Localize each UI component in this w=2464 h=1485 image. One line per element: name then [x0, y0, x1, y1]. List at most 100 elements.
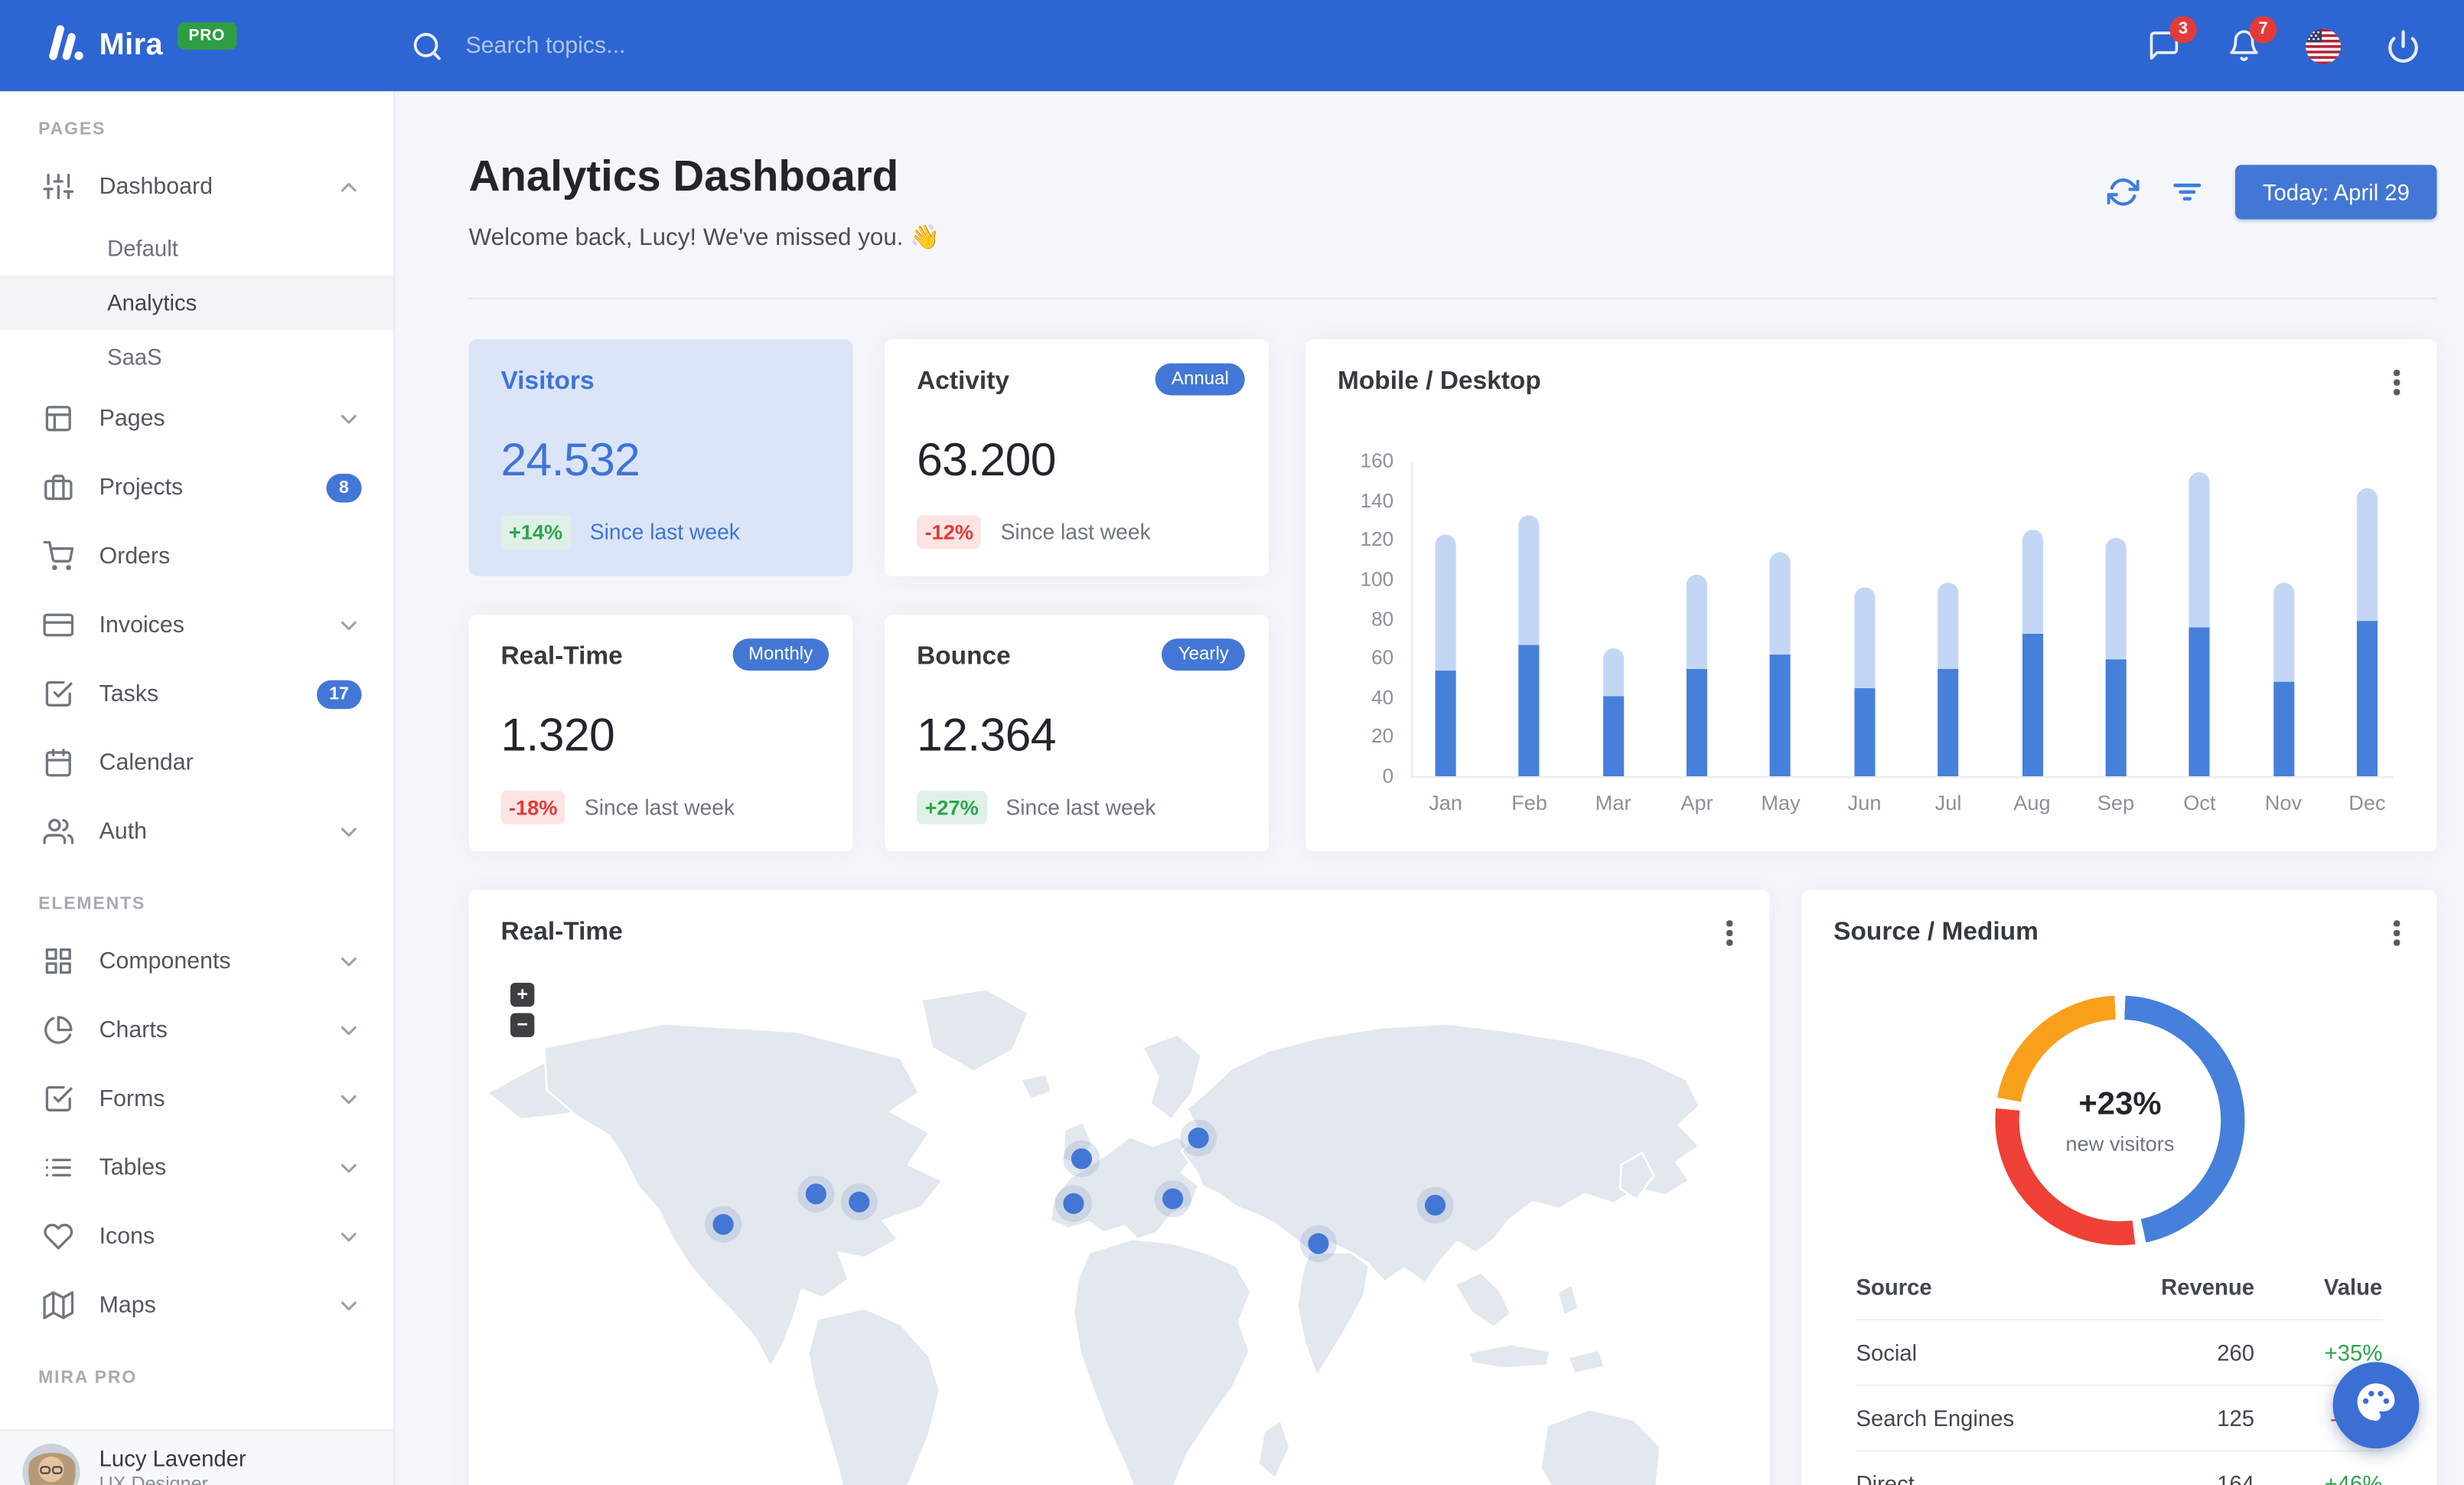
filter-button[interactable]	[2172, 176, 2204, 208]
sidebar-item-pages[interactable]: Pages	[0, 384, 393, 453]
refresh-button[interactable]	[2107, 176, 2140, 208]
grid-icon	[43, 946, 73, 977]
bar-mobile-segment	[1770, 654, 1791, 777]
sidebar-subitem-saas[interactable]: SaaS	[0, 330, 393, 384]
messages-button[interactable]: 3	[2144, 15, 2197, 65]
x-axis-label: Apr	[1680, 790, 1713, 815]
pie-chart-icon	[43, 1015, 73, 1046]
card-title: Mobile / Desktop	[1337, 367, 1541, 396]
sidebar-item-badge: 17	[316, 679, 362, 709]
sidebar-item-maps[interactable]: Maps	[0, 1271, 393, 1340]
check-square-icon	[43, 1084, 73, 1115]
zoom-in-button[interactable]: +	[510, 982, 535, 1007]
kebab-menu-button[interactable]	[2382, 919, 2411, 948]
bar-mobile-segment	[2105, 658, 2127, 777]
bar-mobile-segment	[1686, 668, 1708, 777]
bar-column-oct: Oct	[2183, 462, 2216, 814]
y-axis-tick: 80	[1371, 607, 1394, 630]
sidebar-subitem-analytics[interactable]: Analytics	[0, 275, 394, 330]
sidebar-item-invoices[interactable]: Invoices	[0, 591, 393, 660]
y-axis-tick: 0	[1382, 765, 1394, 788]
table-header-revenue: Revenue	[2161, 1274, 2255, 1300]
kebab-menu-button[interactable]	[1715, 919, 1744, 948]
palette-icon	[2354, 1379, 2399, 1431]
stat-delta-badge: -12%	[917, 515, 982, 550]
bar-desktop-segment	[1435, 535, 1456, 777]
power-icon	[2386, 28, 2421, 64]
sidebar-item-icons[interactable]: Icons	[0, 1202, 393, 1271]
cell-source: Direct	[1856, 1470, 1915, 1485]
sidebar-item-tables[interactable]: Tables	[0, 1133, 393, 1202]
period-badge: Annual	[1155, 363, 1245, 396]
sidebar-item-components[interactable]: Components	[0, 927, 393, 996]
bar-desktop-segment	[2356, 488, 2378, 777]
chevron-down-icon	[336, 1292, 361, 1317]
kebab-menu-button[interactable]	[2382, 368, 2411, 397]
sidebar-item-label: Tables	[99, 1154, 167, 1181]
bar-desktop-segment	[1853, 588, 1876, 777]
x-axis-label: Feb	[1511, 790, 1548, 815]
stat-value: 63.200	[917, 435, 1056, 487]
language-button[interactable]	[2304, 27, 2342, 65]
sidebar-item-forms[interactable]: Forms	[0, 1064, 393, 1133]
y-axis-tick: 100	[1360, 568, 1394, 591]
heart-icon	[43, 1221, 73, 1252]
donut-center-value: +23%	[2078, 1085, 2162, 1121]
table-body: Social260+35%Search Engines125-12%Direct…	[1856, 1318, 2383, 1485]
sidebar-item-label: Pages	[99, 406, 165, 432]
date-button[interactable]: Today: April 29	[2235, 165, 2437, 220]
y-axis-tick: 160	[1360, 449, 1394, 472]
sidebar-item-label: Auth	[99, 818, 148, 844]
brand[interactable]: Mira PRO	[0, 20, 354, 71]
navbar-search	[411, 30, 815, 62]
sidebar-nav: PAGES Dashboard Default Analytics SaaS Pages P…	[0, 91, 394, 1400]
stat-delta-badge: -18%	[500, 790, 565, 824]
notifications-button[interactable]: 7	[2224, 15, 2277, 65]
sidebar-item-dashboard[interactable]: Dashboard	[0, 152, 393, 221]
x-axis-label: Sep	[2097, 790, 2135, 815]
sidebar-item-charts[interactable]: Charts	[0, 996, 393, 1065]
sliders-icon	[43, 171, 74, 202]
sidebar-item-projects[interactable]: Projects 8	[0, 453, 393, 522]
bar-mobile-segment	[1519, 645, 1540, 777]
sidebar-item-auth[interactable]: Auth	[0, 797, 393, 866]
page-title: Analytics Dashboard	[468, 152, 899, 201]
sidebar-item-label: Icons	[99, 1223, 155, 1249]
sidebar-item-tasks[interactable]: Tasks 17	[0, 659, 393, 728]
stat-card-activity: Activity Annual 63.200 -12% Since last w…	[885, 339, 1269, 576]
search-input[interactable]	[462, 31, 815, 60]
stat-value: 1.320	[500, 710, 615, 762]
stat-card-bounce: Bounce Yearly 12.364 +27% Since last wee…	[885, 614, 1269, 852]
x-axis-label: Mar	[1595, 790, 1631, 815]
filter-icon	[2173, 183, 2202, 201]
bar-column-jul: Jul	[1935, 462, 1961, 814]
map-marker	[1425, 1194, 1446, 1216]
mobile-desktop-card: Mobile / Desktop Jan Feb Mar Apr May Jun Jul Au…	[1305, 339, 2437, 852]
world-map-svg	[486, 987, 1701, 1485]
y-axis-tick: 20	[1371, 725, 1394, 749]
sidebar-user[interactable]: Lucy Lavender UX Designer	[0, 1429, 394, 1485]
map-marker	[1162, 1187, 1183, 1209]
sidebar-item-label: Dashboard	[99, 173, 213, 200]
messages-badge: 3	[2169, 15, 2197, 43]
brand-name: Mira	[99, 28, 164, 62]
period-badge: Monthly	[732, 638, 829, 671]
donut-center-label: new visitors	[2065, 1131, 2175, 1155]
bar-desktop-segment	[1770, 553, 1791, 777]
sidebar-subitem-default[interactable]: Default	[0, 221, 393, 276]
chevron-down-icon	[336, 948, 361, 974]
theme-settings-fab[interactable]	[2332, 1362, 2420, 1449]
map-marker	[1308, 1233, 1329, 1255]
sidebar-section-label: PAGES	[38, 119, 106, 139]
signout-button[interactable]	[2384, 27, 2422, 65]
sidebar-item-orders[interactable]: Orders	[0, 522, 393, 591]
zoom-out-button[interactable]: −	[510, 1013, 535, 1037]
bar-column-nov: Nov	[2265, 462, 2302, 814]
y-axis-tick: 120	[1360, 528, 1394, 551]
cell-revenue: 164	[2217, 1470, 2255, 1485]
stat-caption: Since last week	[1005, 795, 1156, 820]
app-viewport: Mira PRO 3 7	[0, 0, 2464, 1485]
y-axis-tick: 60	[1371, 646, 1394, 670]
sidebar-item-calendar[interactable]: Calendar	[0, 728, 393, 797]
map-marker	[1063, 1193, 1084, 1214]
